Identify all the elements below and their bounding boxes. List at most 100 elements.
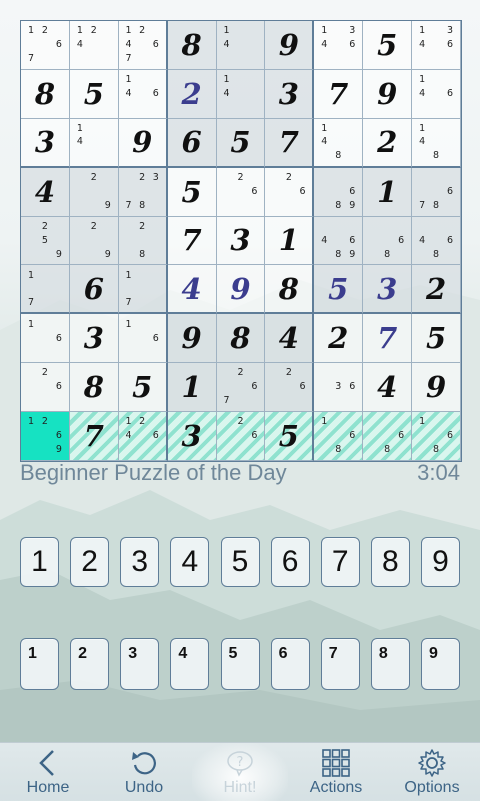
- cell-r2-c5[interactable]: 14: [216, 69, 266, 119]
- cell-r3-c4[interactable]: 6: [167, 118, 217, 168]
- note-button-8[interactable]: 8: [370, 638, 410, 690]
- cell-r8-c1[interactable]: 26: [21, 363, 70, 413]
- number-button-3[interactable]: 3: [120, 537, 160, 587]
- cell-r6-c7[interactable]: 5: [314, 265, 364, 315]
- cell-r2-c7[interactable]: 7: [314, 69, 364, 119]
- note-button-2[interactable]: 2: [70, 638, 110, 690]
- cell-r8-c3[interactable]: 5: [118, 363, 168, 413]
- number-button-4[interactable]: 4: [170, 537, 210, 587]
- cell-r6-c4[interactable]: 4: [167, 265, 217, 315]
- cell-r8-c4[interactable]: 1: [167, 363, 217, 413]
- hint-button[interactable]: ? Hint!: [192, 743, 288, 801]
- cell-r7-c4[interactable]: 9: [167, 314, 217, 364]
- cell-r6-c9[interactable]: 2: [412, 265, 461, 315]
- cell-r5-c7[interactable]: 4 689: [314, 216, 364, 266]
- cell-r4-c5[interactable]: 26: [216, 167, 266, 217]
- cell-r8-c7[interactable]: 36: [314, 363, 364, 413]
- cell-r4-c7[interactable]: 689: [314, 167, 364, 217]
- cell-r7-c5[interactable]: 8: [216, 314, 266, 364]
- cell-r4-c4[interactable]: 5: [167, 167, 217, 217]
- number-button-9[interactable]: 9: [421, 537, 460, 587]
- cell-r1-c4[interactable]: 8: [167, 21, 217, 70]
- note-button-7[interactable]: 7: [320, 638, 360, 690]
- options-button[interactable]: Options: [384, 743, 480, 801]
- cell-r1-c5[interactable]: 14: [216, 21, 266, 70]
- cell-r1-c7[interactable]: 1 3 4 6: [314, 21, 364, 70]
- cell-r3-c5[interactable]: 5: [216, 118, 266, 168]
- cell-r7-c9[interactable]: 5: [412, 314, 461, 364]
- cell-r8-c2[interactable]: 8: [69, 363, 119, 413]
- number-button-5[interactable]: 5: [220, 537, 260, 587]
- cell-r1-c9[interactable]: 1 3 4 6: [412, 21, 461, 70]
- cell-r2-c4[interactable]: 2: [167, 69, 217, 119]
- actions-button[interactable]: Actions: [288, 743, 384, 801]
- cell-r7-c3[interactable]: 16: [118, 314, 168, 364]
- cell-r9-c4[interactable]: 3: [167, 412, 217, 461]
- number-button-2[interactable]: 2: [70, 537, 110, 587]
- cell-r6-c3[interactable]: 17: [118, 265, 168, 315]
- cell-r1-c8[interactable]: 5: [363, 21, 413, 70]
- cell-r2-c9[interactable]: 1 4 6: [412, 69, 461, 119]
- cell-r1-c3[interactable]: 124 6 7: [118, 21, 168, 70]
- cell-r7-c8[interactable]: 7: [363, 314, 413, 364]
- cell-r4-c1[interactable]: 4: [21, 167, 70, 217]
- cell-r7-c6[interactable]: 4: [265, 314, 315, 364]
- cell-r3-c1[interactable]: 3: [21, 118, 70, 168]
- cell-r5-c1[interactable]: 2 59: [21, 216, 70, 266]
- cell-r6-c8[interactable]: 3: [363, 265, 413, 315]
- note-button-4[interactable]: 4: [170, 638, 210, 690]
- cell-r4-c2[interactable]: 29: [69, 167, 119, 217]
- cell-r3-c3[interactable]: 9: [118, 118, 168, 168]
- cell-r9-c9[interactable]: 1 68: [412, 412, 461, 461]
- cell-r3-c6[interactable]: 7: [265, 118, 315, 168]
- note-button-5[interactable]: 5: [220, 638, 260, 690]
- cell-r5-c3[interactable]: 28: [118, 216, 168, 266]
- cell-r8-c6[interactable]: 26: [265, 363, 315, 413]
- cell-r3-c8[interactable]: 2: [363, 118, 413, 168]
- cell-r8-c8[interactable]: 4: [363, 363, 413, 413]
- cell-r4-c8[interactable]: 1: [363, 167, 413, 217]
- cell-r1-c2[interactable]: 124: [69, 21, 119, 70]
- cell-r4-c6[interactable]: 26: [265, 167, 315, 217]
- number-button-8[interactable]: 8: [370, 537, 410, 587]
- cell-r5-c6[interactable]: 1: [265, 216, 315, 266]
- note-button-1[interactable]: 1: [20, 638, 59, 690]
- cell-r9-c7[interactable]: 1 68: [314, 412, 364, 461]
- note-button-6[interactable]: 6: [270, 638, 310, 690]
- cell-r1-c6[interactable]: 9: [265, 21, 315, 70]
- cell-r9-c3[interactable]: 124 6: [118, 412, 168, 461]
- cell-r8-c9[interactable]: 9: [412, 363, 461, 413]
- cell-r9-c2[interactable]: 7: [69, 412, 119, 461]
- undo-button[interactable]: Undo: [96, 743, 192, 801]
- cell-r1-c1[interactable]: 126 7: [21, 21, 70, 70]
- cell-r2-c1[interactable]: 8: [21, 69, 70, 119]
- cell-r2-c6[interactable]: 3: [265, 69, 315, 119]
- cell-r2-c3[interactable]: 1 4 6: [118, 69, 168, 119]
- cell-r7-c7[interactable]: 2: [314, 314, 364, 364]
- number-button-1[interactable]: 1: [20, 537, 59, 587]
- note-button-9[interactable]: 9: [421, 638, 460, 690]
- cell-r5-c8[interactable]: 68: [363, 216, 413, 266]
- cell-r5-c9[interactable]: 4 68: [412, 216, 461, 266]
- cell-r6-c5[interactable]: 9: [216, 265, 266, 315]
- cell-r9-c1[interactable]: 126 9: [21, 412, 70, 461]
- cell-r6-c1[interactable]: 17: [21, 265, 70, 315]
- cell-r6-c6[interactable]: 8: [265, 265, 315, 315]
- cell-r8-c5[interactable]: 26 7: [216, 363, 266, 413]
- number-button-7[interactable]: 7: [320, 537, 360, 587]
- cell-r6-c2[interactable]: 6: [69, 265, 119, 315]
- cell-r5-c5[interactable]: 3: [216, 216, 266, 266]
- home-button[interactable]: Home: [0, 743, 96, 801]
- cell-r2-c2[interactable]: 5: [69, 69, 119, 119]
- cell-r9-c5[interactable]: 26: [216, 412, 266, 461]
- note-button-3[interactable]: 3: [120, 638, 160, 690]
- cell-r7-c1[interactable]: 16: [21, 314, 70, 364]
- cell-r4-c9[interactable]: 6 78: [412, 167, 461, 217]
- cell-r2-c8[interactable]: 9: [363, 69, 413, 119]
- cell-r3-c7[interactable]: 1 48: [314, 118, 364, 168]
- cell-r9-c6[interactable]: 5: [265, 412, 315, 461]
- cell-r7-c2[interactable]: 3: [69, 314, 119, 364]
- cell-r9-c8[interactable]: 68: [363, 412, 413, 461]
- cell-r5-c2[interactable]: 29: [69, 216, 119, 266]
- cell-r3-c9[interactable]: 1 48: [412, 118, 461, 168]
